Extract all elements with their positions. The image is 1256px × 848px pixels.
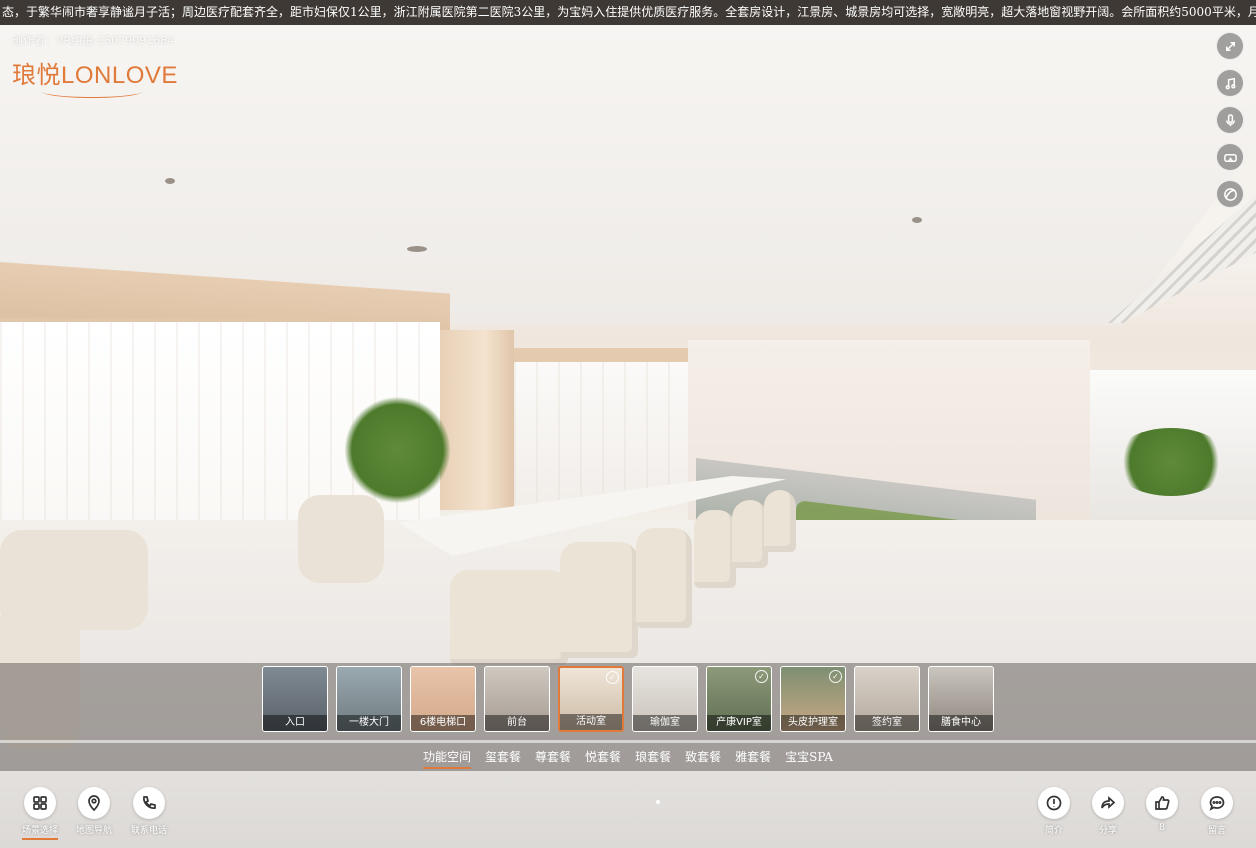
vr-check-icon: ✓ (606, 671, 619, 684)
thumbs-up-icon (1155, 796, 1170, 810)
intro-label: 简介 (1044, 826, 1063, 836)
scene-thumb[interactable]: ✓ 产康VIP室 (706, 666, 772, 732)
voice-button[interactable] (1216, 106, 1244, 134)
scene-thumbnail-strip: 入口 一楼大门 6楼电梯口 前台 ✓ 活动室 瑜伽室 ✓ 产康VIP室 ✓ 头皮护理室 签约室 膳食中心 (0, 663, 1256, 743)
vr-mode-button[interactable] (1216, 143, 1244, 171)
right-toolbar (1216, 32, 1244, 208)
chair (636, 528, 692, 628)
scene-thumb-label: 入口 (263, 715, 327, 731)
marquee-text: 态，于繁华闹市奢享静谧月子活；周边医疗配套齐全，距市妇保仅1公里，浙江附属医院第… (2, 5, 1256, 19)
fullscreen-button[interactable] (1216, 32, 1244, 60)
potted-plant (345, 395, 450, 505)
group-tab[interactable]: 致套餐 (685, 743, 721, 771)
comment-icon (1209, 796, 1225, 811)
brand-logo: 琅悦LONLOVE (12, 55, 182, 100)
group-tab[interactable]: 琅套餐 (635, 743, 671, 771)
grid-icon (33, 796, 47, 810)
scene-group-tabs: 功能空间 玺套餐 尊套餐 悦套餐 琅套餐 致套餐 雅套餐 宝宝SPA (0, 743, 1256, 771)
hotspot-dot[interactable] (656, 800, 660, 804)
scene-thumb[interactable]: 签约室 (854, 666, 920, 732)
info-icon (1046, 795, 1062, 811)
scene-thumb-label: 签约室 (855, 715, 919, 731)
scene-thumb-label: 前台 (485, 715, 549, 731)
scene-thumb-label: 活动室 (560, 714, 622, 730)
chair (694, 510, 736, 588)
vr-check-icon: ✓ (755, 670, 768, 683)
chair (764, 490, 796, 552)
like-button[interactable]: 8 (1134, 787, 1190, 833)
scene-thumb-label: 头皮护理室 (781, 715, 845, 731)
contact-phone-button[interactable]: 联系电话 (121, 787, 177, 836)
armchair (298, 495, 384, 583)
wood-pillar (440, 330, 514, 510)
scene-select-label: 场景选择 (21, 826, 58, 836)
vr-glasses-icon (1223, 153, 1237, 162)
group-tab[interactable]: 尊套餐 (535, 743, 571, 771)
intro-button[interactable]: 简介 (1026, 787, 1082, 836)
map-nav-label: 地图导航 (75, 826, 112, 836)
ceiling-light (165, 178, 175, 184)
author-credit: 创作者：VR约拍-15079091684 (12, 34, 175, 47)
share-label: 分享 (1098, 826, 1117, 836)
vr-check-icon: ✓ (829, 670, 842, 683)
music-icon (1225, 77, 1235, 89)
comment-label: 留言 (1207, 826, 1226, 836)
phone-icon (143, 796, 156, 809)
group-tab[interactable]: 玺套餐 (485, 743, 521, 771)
scene-thumb-label: 产康VIP室 (707, 715, 771, 731)
chair (560, 542, 638, 658)
curtained-window (514, 348, 689, 502)
scene-thumb-label: 膳食中心 (929, 715, 993, 731)
scene-select-button[interactable]: 场景选择 (12, 787, 68, 840)
expand-icon (1225, 41, 1235, 51)
chair (450, 570, 568, 665)
scene-thumb[interactable]: 入口 (262, 666, 328, 732)
announcement-marquee: 态，于繁华闹市奢享静谧月子活；周边医疗配套齐全，距市妇保仅1公里，浙江附属医院第… (0, 0, 1256, 25)
map-pin-icon (88, 795, 100, 812)
like-count: 8 (1159, 823, 1165, 833)
scene-thumb[interactable]: 6楼电梯口 (410, 666, 476, 732)
ceiling-light (407, 246, 427, 252)
scene-thumb[interactable]: ✓ 头皮护理室 (780, 666, 846, 732)
scene-thumb[interactable]: ✓ 活动室 (558, 666, 624, 732)
scene-thumb[interactable]: 一楼大门 (336, 666, 402, 732)
scene-thumb[interactable]: 瑜伽室 (632, 666, 698, 732)
microphone-icon (1225, 113, 1235, 126)
scene-thumb[interactable]: 前台 (484, 666, 550, 732)
chair (732, 500, 768, 568)
map-nav-button[interactable]: 地图导航 (66, 787, 122, 836)
group-tab[interactable]: 雅套餐 (735, 743, 771, 771)
active-underline (22, 838, 58, 840)
scene-thumb-label: 瑜伽室 (633, 715, 697, 731)
group-tab[interactable]: 悦套餐 (585, 743, 621, 771)
ceiling-light (912, 217, 922, 223)
share-icon (1101, 796, 1116, 809)
gyroscope-icon (1223, 187, 1237, 201)
music-button[interactable] (1216, 69, 1244, 97)
group-tab[interactable]: 功能空间 (423, 743, 472, 771)
scene-thumb[interactable]: 膳食中心 (928, 666, 994, 732)
share-button[interactable]: 分享 (1080, 787, 1136, 836)
scene-thumb-label: 一楼大门 (337, 715, 401, 731)
comment-button[interactable]: 留言 (1189, 787, 1245, 836)
potted-plant (1112, 428, 1230, 496)
gyroscope-button[interactable] (1216, 180, 1244, 208)
scene-thumb-label: 6楼电梯口 (411, 715, 475, 731)
contact-phone-label: 联系电话 (130, 826, 167, 836)
group-tab[interactable]: 宝宝SPA (785, 743, 833, 771)
